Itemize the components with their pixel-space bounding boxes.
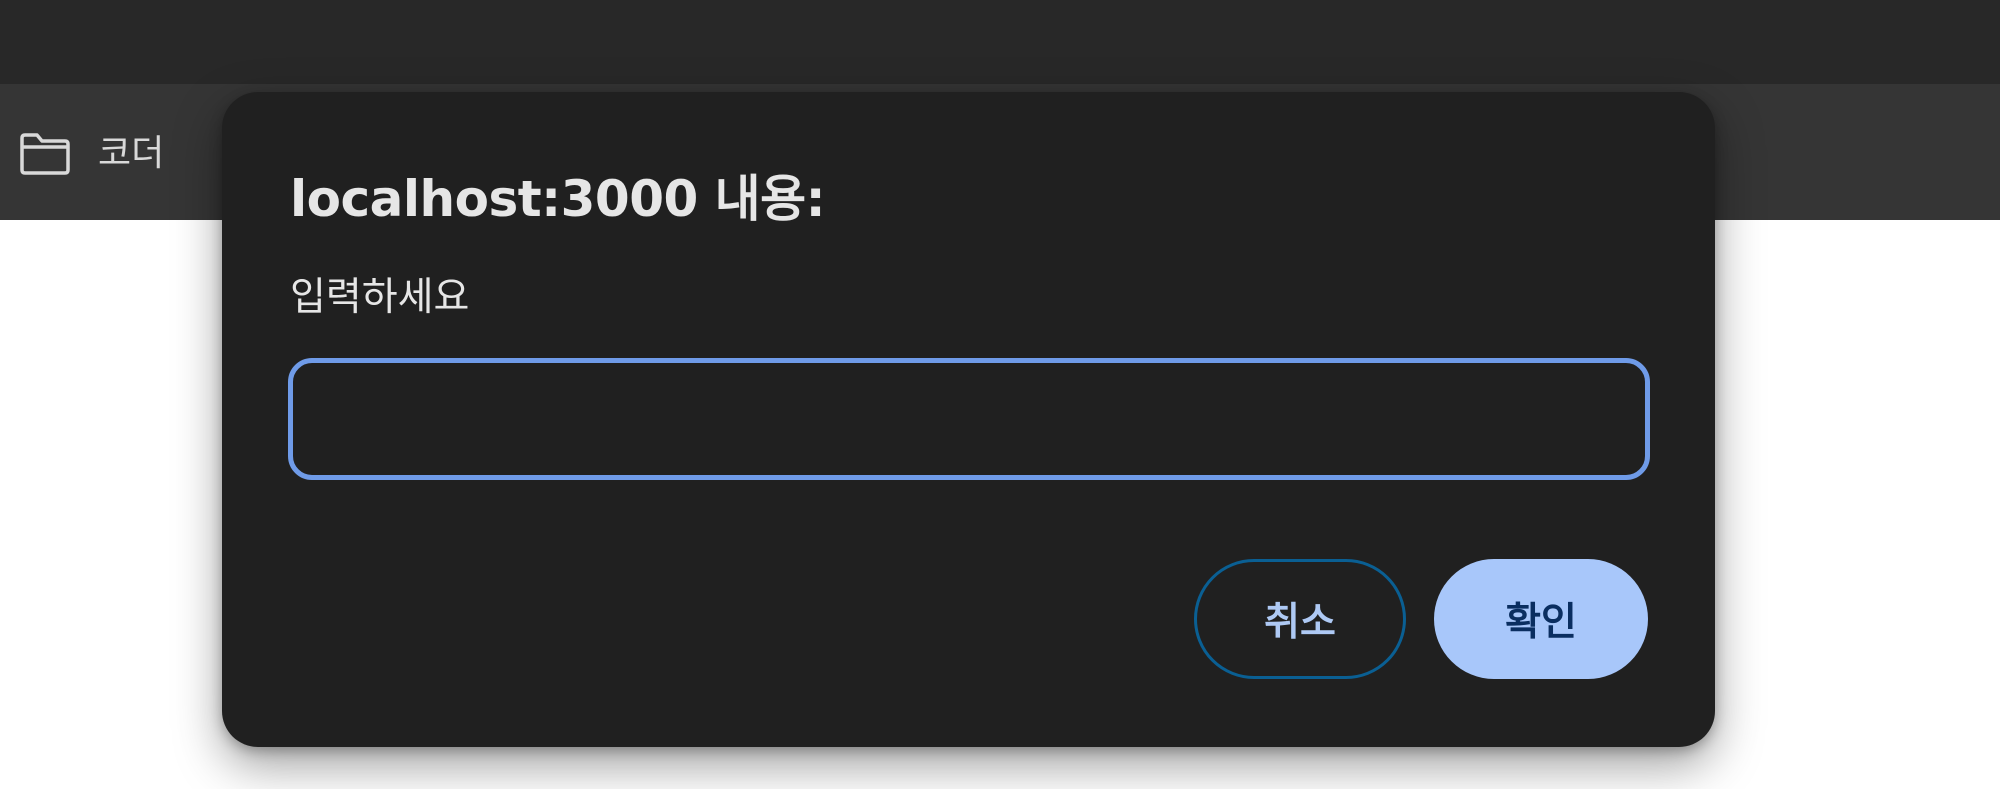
bookmark-folder-coder[interactable]: 코더 (12, 124, 170, 184)
folder-icon (18, 132, 72, 176)
dialog-message: 입력하세요 (290, 275, 470, 320)
prompt-input[interactable] (288, 358, 1650, 480)
prompt-dialog: localhost:3000 내용: 입력하세요 취소 확인 (222, 92, 1715, 747)
bookmark-label: 코더 (98, 133, 165, 174)
cancel-button[interactable]: 취소 (1194, 559, 1406, 679)
dialog-title: localhost:3000 내용: (290, 170, 826, 228)
browser-toolbar (0, 0, 2000, 84)
ok-button[interactable]: 확인 (1434, 559, 1648, 679)
